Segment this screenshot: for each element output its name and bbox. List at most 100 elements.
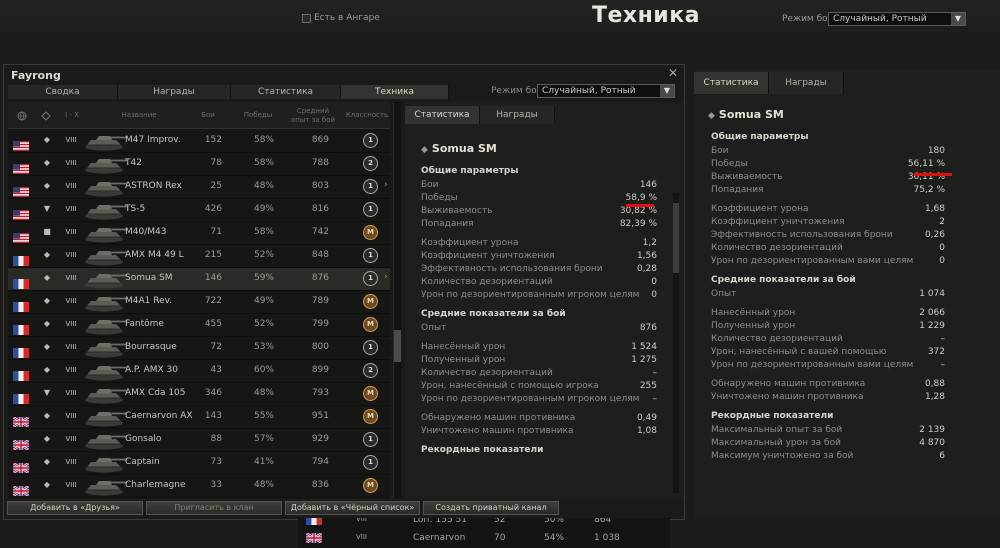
table-row: VIII Lorr. 155 51 52 50% 864 bbox=[298, 518, 670, 530]
tab-awards[interactable]: Награды bbox=[118, 85, 231, 99]
stat-value: 0,28 bbox=[636, 264, 657, 274]
table-row[interactable]: ▼ VIII TS-5 426 49% 816 1 bbox=[8, 199, 390, 222]
col-battles[interactable]: Бои bbox=[192, 102, 224, 129]
stat-label: Опыт bbox=[421, 323, 447, 333]
vehicle-name: T42 bbox=[125, 158, 142, 168]
stat-value: 0,26 bbox=[924, 230, 945, 240]
table-scrollbar-thumb[interactable] bbox=[394, 330, 401, 362]
table-row[interactable]: ◆ VIII Captain 73 41% 794 1 bbox=[8, 452, 390, 475]
uk-flag-icon bbox=[12, 481, 30, 497]
chevron-down-icon: ▼ bbox=[951, 13, 965, 25]
table-row[interactable]: ◆ VIII Fantôme 455 52% 799 M bbox=[8, 314, 390, 337]
vehicle-battles: 52 bbox=[494, 518, 506, 525]
vehicle-type-icon: ◆ bbox=[43, 181, 51, 190]
vehicle-name: M4A1 Rev. bbox=[125, 296, 173, 306]
stat-value: 1 074 bbox=[919, 289, 945, 299]
col-name[interactable]: Название bbox=[104, 102, 174, 129]
battle-mode-select[interactable]: Случайный, Ротный ▼ bbox=[828, 12, 966, 26]
vehicle-wins: 48% bbox=[253, 480, 274, 490]
stat-label: Количество дезориентаций bbox=[421, 277, 553, 287]
stat-value: 1,28 bbox=[924, 392, 945, 402]
vehicle-type-icon: ◆ bbox=[43, 273, 51, 282]
stat-row: Уничтожено машин противника 1,28 bbox=[711, 392, 945, 405]
table-row[interactable]: ◆ VIII ASTRON Rex 25 48% 803 1 › bbox=[8, 176, 390, 199]
vehicle-tier: VIII bbox=[65, 274, 77, 282]
table-row[interactable]: ■ VIII M40/M43 71 58% 742 M bbox=[8, 222, 390, 245]
stat-value: – bbox=[940, 334, 946, 344]
tab-bg-statistics[interactable]: Статистика bbox=[694, 72, 769, 94]
col-wins[interactable]: Победы bbox=[238, 102, 278, 129]
tank-icon bbox=[82, 247, 128, 266]
chevron-right-icon[interactable]: › bbox=[384, 272, 388, 282]
inner-vehicle-title: ◆ Somua SM bbox=[421, 142, 497, 155]
chevron-right-icon[interactable]: › bbox=[384, 180, 388, 190]
table-row[interactable]: ◆ VIII T42 78 58% 788 2 bbox=[8, 153, 390, 176]
table-scrollbar[interactable] bbox=[393, 102, 401, 498]
medium-tank-icon: ◆ bbox=[708, 111, 715, 121]
stat-value: 876 bbox=[639, 323, 657, 333]
col-class[interactable]: Классность bbox=[346, 102, 388, 129]
in-hangar-checkbox[interactable] bbox=[302, 14, 311, 23]
vehicle-tier: VIII bbox=[65, 297, 77, 305]
stat-value: 0,49 bbox=[636, 413, 657, 423]
close-icon[interactable]: ✕ bbox=[668, 66, 678, 80]
vehicle-battles: 71 bbox=[210, 227, 222, 237]
mastery-badge-icon: M bbox=[363, 409, 378, 424]
stat-label: Бои bbox=[711, 146, 729, 156]
vehicle-table: I - X Название Бои Победы Средний опыт з… bbox=[8, 102, 390, 498]
window-battle-mode-select[interactable]: Случайный, Ротный ▼ bbox=[537, 84, 675, 98]
col-tier[interactable]: I - X bbox=[60, 102, 84, 129]
stat-label: Коэффициент урона bbox=[421, 238, 519, 248]
table-row[interactable]: ◆ VIII A.P. AMX 30 43 60% 899 2 bbox=[8, 360, 390, 383]
stat-value: 2 bbox=[939, 217, 945, 227]
stat-label: Победы bbox=[711, 159, 748, 169]
nation-sort-globe-icon[interactable] bbox=[14, 102, 30, 129]
tab-statistics[interactable]: Статистика bbox=[231, 85, 341, 99]
stat-label: Эффективность использования брони bbox=[711, 230, 893, 240]
add-friend-button[interactable]: Добавить в «Друзья» bbox=[7, 501, 143, 515]
private-channel-button[interactable]: Создать приватный канал bbox=[423, 501, 559, 515]
blacklist-button[interactable]: Добавить в «Чёрный список» bbox=[285, 501, 420, 515]
stat-row: Опыт 1 074 bbox=[711, 289, 945, 302]
stat-label: Опыт bbox=[711, 289, 737, 299]
vehicle-wins: 58% bbox=[253, 227, 274, 237]
tab-vehicles[interactable]: Техника bbox=[341, 85, 449, 99]
mastery-badge-icon: 1 bbox=[363, 432, 378, 447]
us-flag-icon bbox=[13, 182, 29, 197]
stat-label: Полученный урон bbox=[711, 321, 796, 331]
stat-row: Максимум уничтожено за бой 6 bbox=[711, 451, 945, 464]
tab-inner-statistics[interactable]: Статистика bbox=[405, 106, 480, 124]
table-row[interactable]: ◆ VIII Caernarvon AX 143 55% 951 M bbox=[8, 406, 390, 429]
stat-value: 1,08 bbox=[636, 426, 657, 436]
table-row[interactable]: ◆ VIII M4A1 Rev. 722 49% 789 M bbox=[8, 291, 390, 314]
vehicle-battles: 215 bbox=[204, 250, 222, 260]
stat-label: Урон по дезориентированным вами целям bbox=[711, 256, 914, 266]
battle-mode-value: Случайный, Ротный bbox=[833, 14, 927, 24]
vehicle-type-icon: ◆ bbox=[43, 365, 51, 374]
table-row[interactable]: ▼ VIII AMX Cda 105 346 48% 793 M bbox=[8, 383, 390, 406]
vehicle-type-icon: ◆ bbox=[43, 434, 51, 443]
tab-summary[interactable]: Сводка bbox=[8, 85, 118, 99]
stat-label: Выживаемость bbox=[711, 172, 783, 182]
type-sort-icon[interactable] bbox=[36, 102, 56, 129]
table-row[interactable]: ◆ VIII M47 Improv. 152 58% 869 1 bbox=[8, 130, 390, 153]
vehicle-tier: VIII bbox=[65, 136, 77, 144]
stat-row: Уничтожено машин противника 1,08 bbox=[421, 426, 657, 439]
stat-row: Количество дезориентаций 0 bbox=[421, 277, 657, 290]
stat-value: 180 bbox=[927, 146, 945, 156]
stat-row: Эффективность использования брони 0,26 bbox=[711, 230, 945, 243]
col-avg-xp[interactable]: Средний опыт за бой bbox=[290, 102, 336, 129]
invite-clan-button[interactable]: Пригласить в клан bbox=[146, 501, 282, 515]
table-row[interactable]: ◆ VIII Somua SM 146 59% 876 1 › bbox=[8, 268, 390, 291]
tab-bg-awards[interactable]: Награды bbox=[769, 72, 844, 94]
tab-inner-awards[interactable]: Награды bbox=[480, 106, 555, 124]
stats-scrollbar[interactable] bbox=[673, 193, 679, 493]
vehicle-tier: VIII bbox=[65, 205, 77, 213]
table-row[interactable]: ◆ VIII Bourrasque 72 53% 800 1 bbox=[8, 337, 390, 360]
table-row[interactable]: ◆ VIII Gonsalo 88 57% 929 1 bbox=[8, 429, 390, 452]
stats-scrollbar-thumb[interactable] bbox=[673, 203, 679, 273]
vehicle-avg-xp: 793 bbox=[311, 388, 329, 398]
table-row[interactable]: ◆ VIII AMX M4 49 L 215 52% 848 1 bbox=[8, 245, 390, 268]
highlight-underline bbox=[914, 173, 952, 176]
table-row[interactable]: ◆ VIII Charlemagne 33 48% 836 M bbox=[8, 475, 390, 498]
